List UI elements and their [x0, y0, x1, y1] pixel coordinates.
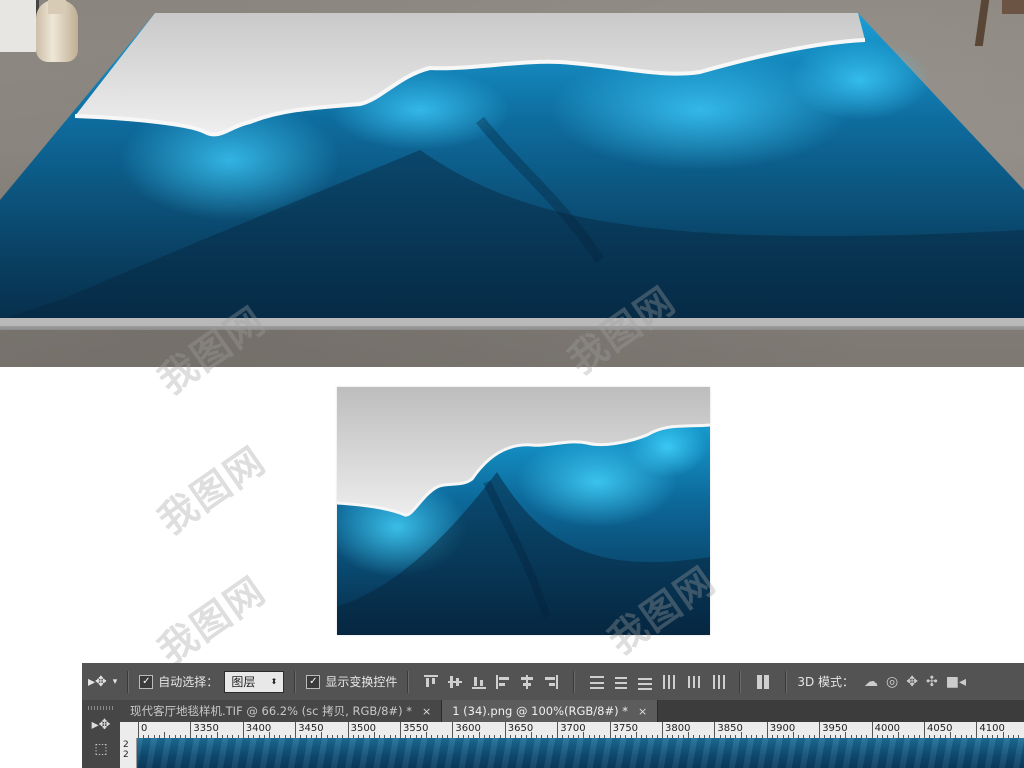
ruler-major-tick — [609, 722, 611, 738]
ruler-major-tick — [242, 722, 244, 738]
3d-camera-icon[interactable]: ■◂ — [946, 674, 966, 690]
horizontal-ruler[interactable]: 0 3350 3400 3450 3500 3550 3600 3650 3700 3750 380… — [136, 722, 1024, 739]
ruler-label: 3600 — [455, 723, 481, 734]
ruler-label: 3400 — [245, 723, 272, 734]
ruler-label: 3350 — [193, 723, 219, 734]
3d-mode-group: 3D 模式： ☁ ◎ ✥ ✣ ■◂ — [791, 663, 972, 700]
show-transform-label: 显示变换控件 — [325, 675, 398, 689]
align-right-icon[interactable] — [542, 673, 560, 691]
auto-select-label: 自动选择： — [158, 675, 219, 689]
ruler-major-tick — [924, 722, 925, 738]
3d-drag-icon[interactable]: ✥ — [906, 674, 918, 690]
options-bar: ▸✥ ▾ ✓ 自动选择： 图层 ⬍ ✓ 显示变换控件 3D 模式： ☁ ◎ ✥ … — [82, 663, 1024, 701]
ruler-major-tick — [504, 722, 506, 738]
distribute-hcenter-icon[interactable] — [684, 673, 702, 691]
ruler-major-tick — [190, 722, 192, 738]
ruler-major-tick — [400, 722, 401, 738]
layer-select[interactable]: 图层 ⬍ — [224, 670, 285, 693]
align-bottom-icon[interactable] — [470, 673, 488, 691]
move-arrow-icon: ▸✥ — [88, 673, 107, 690]
ruler-major-tick — [714, 722, 716, 738]
distribute-bottom-icon[interactable] — [636, 673, 654, 691]
3d-mode-label: 3D 模式： — [797, 675, 855, 689]
ruler-label: 3650 — [507, 723, 534, 734]
distribute-buttons — [579, 663, 735, 700]
distribute-left-icon[interactable] — [660, 673, 678, 691]
close-icon[interactable]: × — [422, 705, 431, 718]
ruler-label: 4100 — [979, 723, 1005, 734]
ruler-label: 3750 — [612, 723, 639, 734]
ruler-major-tick — [452, 722, 454, 738]
document-canvas[interactable] — [137, 738, 1024, 768]
layer-select-value: 图层 — [231, 675, 256, 689]
ruler-label: 4050 — [927, 723, 953, 734]
move-tool-icon[interactable]: ▸✥ — [88, 714, 114, 736]
ruler-label: 3900 — [769, 723, 796, 734]
distribute-top-icon[interactable] — [588, 673, 606, 691]
auto-align-icon — [754, 673, 772, 691]
tab-document-1[interactable]: 现代客厅地毯样机.TIF @ 66.2% (sc 拷贝, RGB/8#) * × — [120, 700, 443, 722]
align-hcenter-icon[interactable] — [518, 673, 536, 691]
align-vcenter-icon[interactable] — [446, 673, 464, 691]
ruler-label: 3850 — [717, 723, 743, 734]
tab-document-2[interactable]: 1 (34).png @ 100%(RGB/8#) * × — [442, 700, 659, 722]
move-tool-preset[interactable]: ▸✥ ▾ — [82, 663, 123, 700]
marquee-tool-icon[interactable]: ⬚ — [88, 738, 114, 760]
room-scene-image — [0, 0, 1024, 367]
ruler-label: 3950 — [822, 723, 848, 734]
auto-select-toggle[interactable]: ✓ 自动选择： 图层 ⬍ — [133, 663, 290, 700]
ruler-major-tick — [347, 722, 349, 738]
ruler-label: 3800 — [665, 723, 691, 734]
rug-design-preview — [337, 387, 710, 635]
ruler-v-label: 2 — [123, 740, 129, 750]
rug-design-art — [337, 387, 710, 635]
distribute-right-icon[interactable] — [708, 673, 726, 691]
photoshop-window: ▸✥ ▾ ✓ 自动选择： 图层 ⬍ ✓ 显示变换控件 3D 模式： ☁ ◎ ✥ … — [82, 663, 1024, 768]
ruler-origin[interactable] — [120, 722, 137, 739]
show-transform-toggle[interactable]: ✓ 显示变换控件 — [300, 663, 403, 700]
ruler-label: 3550 — [403, 723, 429, 734]
chevron-down-icon: ▾ — [112, 676, 118, 687]
ruler-v-label: 2 — [123, 750, 129, 760]
ruler-label: 4000 — [874, 723, 901, 734]
select-arrows-icon: ⬍ — [270, 677, 278, 686]
close-icon[interactable]: × — [638, 705, 647, 718]
ruler-label: 3500 — [350, 723, 377, 734]
rug-in-room — [0, 13, 1024, 326]
align-left-icon[interactable] — [494, 673, 512, 691]
ruler-major-tick — [557, 722, 559, 738]
distribute-vcenter-icon[interactable] — [612, 673, 630, 691]
3d-slide-icon[interactable]: ✣ — [926, 674, 938, 690]
show-transform-checkbox[interactable]: ✓ — [306, 674, 321, 689]
tab-label: 现代客厅地毯样机.TIF @ 66.2% (sc 拷贝, RGB/8#) * — [130, 704, 412, 718]
toolbox: ▸✥ ⬚ — [82, 700, 121, 768]
3d-roll-icon[interactable]: ◎ — [886, 674, 898, 690]
watermark: 我图网 — [150, 567, 274, 673]
toolbox-grip[interactable] — [88, 706, 114, 710]
ruler-major-tick — [871, 722, 873, 738]
ruler-major-tick — [976, 722, 978, 738]
auto-select-checkbox[interactable]: ✓ — [139, 674, 154, 689]
vertical-ruler[interactable]: 2 2 — [120, 738, 137, 768]
3d-rotate-icon[interactable]: ☁ — [864, 674, 878, 690]
ruler-major-tick — [138, 722, 139, 738]
ruler-major-tick — [295, 722, 297, 738]
ruler-major-tick — [662, 722, 663, 738]
ruler-major-tick — [819, 722, 821, 738]
align-buttons — [413, 663, 569, 700]
ruler-label: 3700 — [560, 723, 586, 734]
ruler-major-tick — [766, 722, 768, 738]
ruler-label: 3450 — [298, 723, 324, 734]
document-tabs: 现代客厅地毯样机.TIF @ 66.2% (sc 拷贝, RGB/8#) * ×… — [120, 700, 1024, 722]
align-top-icon[interactable] — [422, 673, 440, 691]
tab-label: 1 (34).png @ 100%(RGB/8#) * — [452, 704, 628, 718]
auto-align-button[interactable] — [745, 663, 781, 700]
ruler-label: 0 — [141, 723, 148, 734]
watermark: 我图网 — [150, 437, 274, 543]
